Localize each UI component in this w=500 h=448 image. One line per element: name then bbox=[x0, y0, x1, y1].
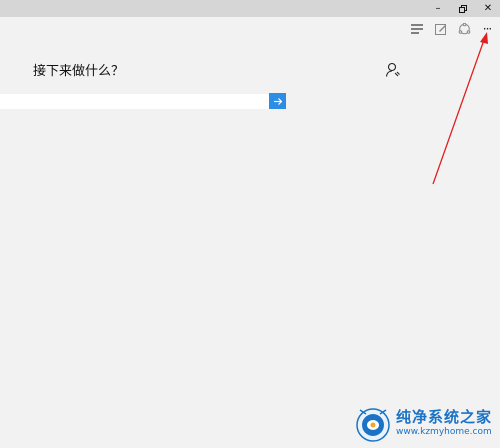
close-icon: ✕ bbox=[483, 3, 493, 14]
site-watermark: 纯净系统之家 www.kzmyhome.com bbox=[350, 398, 500, 448]
watermark-logo-icon bbox=[356, 408, 390, 442]
arrow-right-icon bbox=[273, 97, 282, 105]
more-icon: ··· bbox=[482, 22, 493, 36]
web-note-button[interactable] bbox=[434, 22, 448, 36]
minimize-icon: – bbox=[435, 3, 441, 14]
hub-icon bbox=[411, 24, 423, 34]
minimize-button[interactable]: – bbox=[426, 0, 450, 17]
more-button[interactable]: ··· bbox=[480, 22, 494, 36]
web-note-icon bbox=[435, 24, 446, 35]
customize-button[interactable] bbox=[385, 62, 401, 78]
watermark-url: www.kzmyhome.com bbox=[396, 426, 492, 437]
hub-button[interactable] bbox=[410, 22, 424, 36]
restore-button[interactable] bbox=[451, 0, 475, 17]
user-settings-icon bbox=[385, 62, 400, 77]
close-button[interactable]: ✕ bbox=[476, 0, 500, 17]
title-bar: – ✕ bbox=[0, 0, 500, 17]
search-go-button[interactable] bbox=[269, 93, 286, 109]
restore-icon bbox=[459, 4, 467, 13]
watermark-title: 纯净系统之家 bbox=[396, 407, 493, 426]
new-tab-prompt: 接下来做什么？ bbox=[33, 64, 125, 79]
share-icon bbox=[458, 23, 470, 35]
search-input[interactable] bbox=[0, 94, 269, 109]
share-button[interactable] bbox=[457, 22, 471, 36]
